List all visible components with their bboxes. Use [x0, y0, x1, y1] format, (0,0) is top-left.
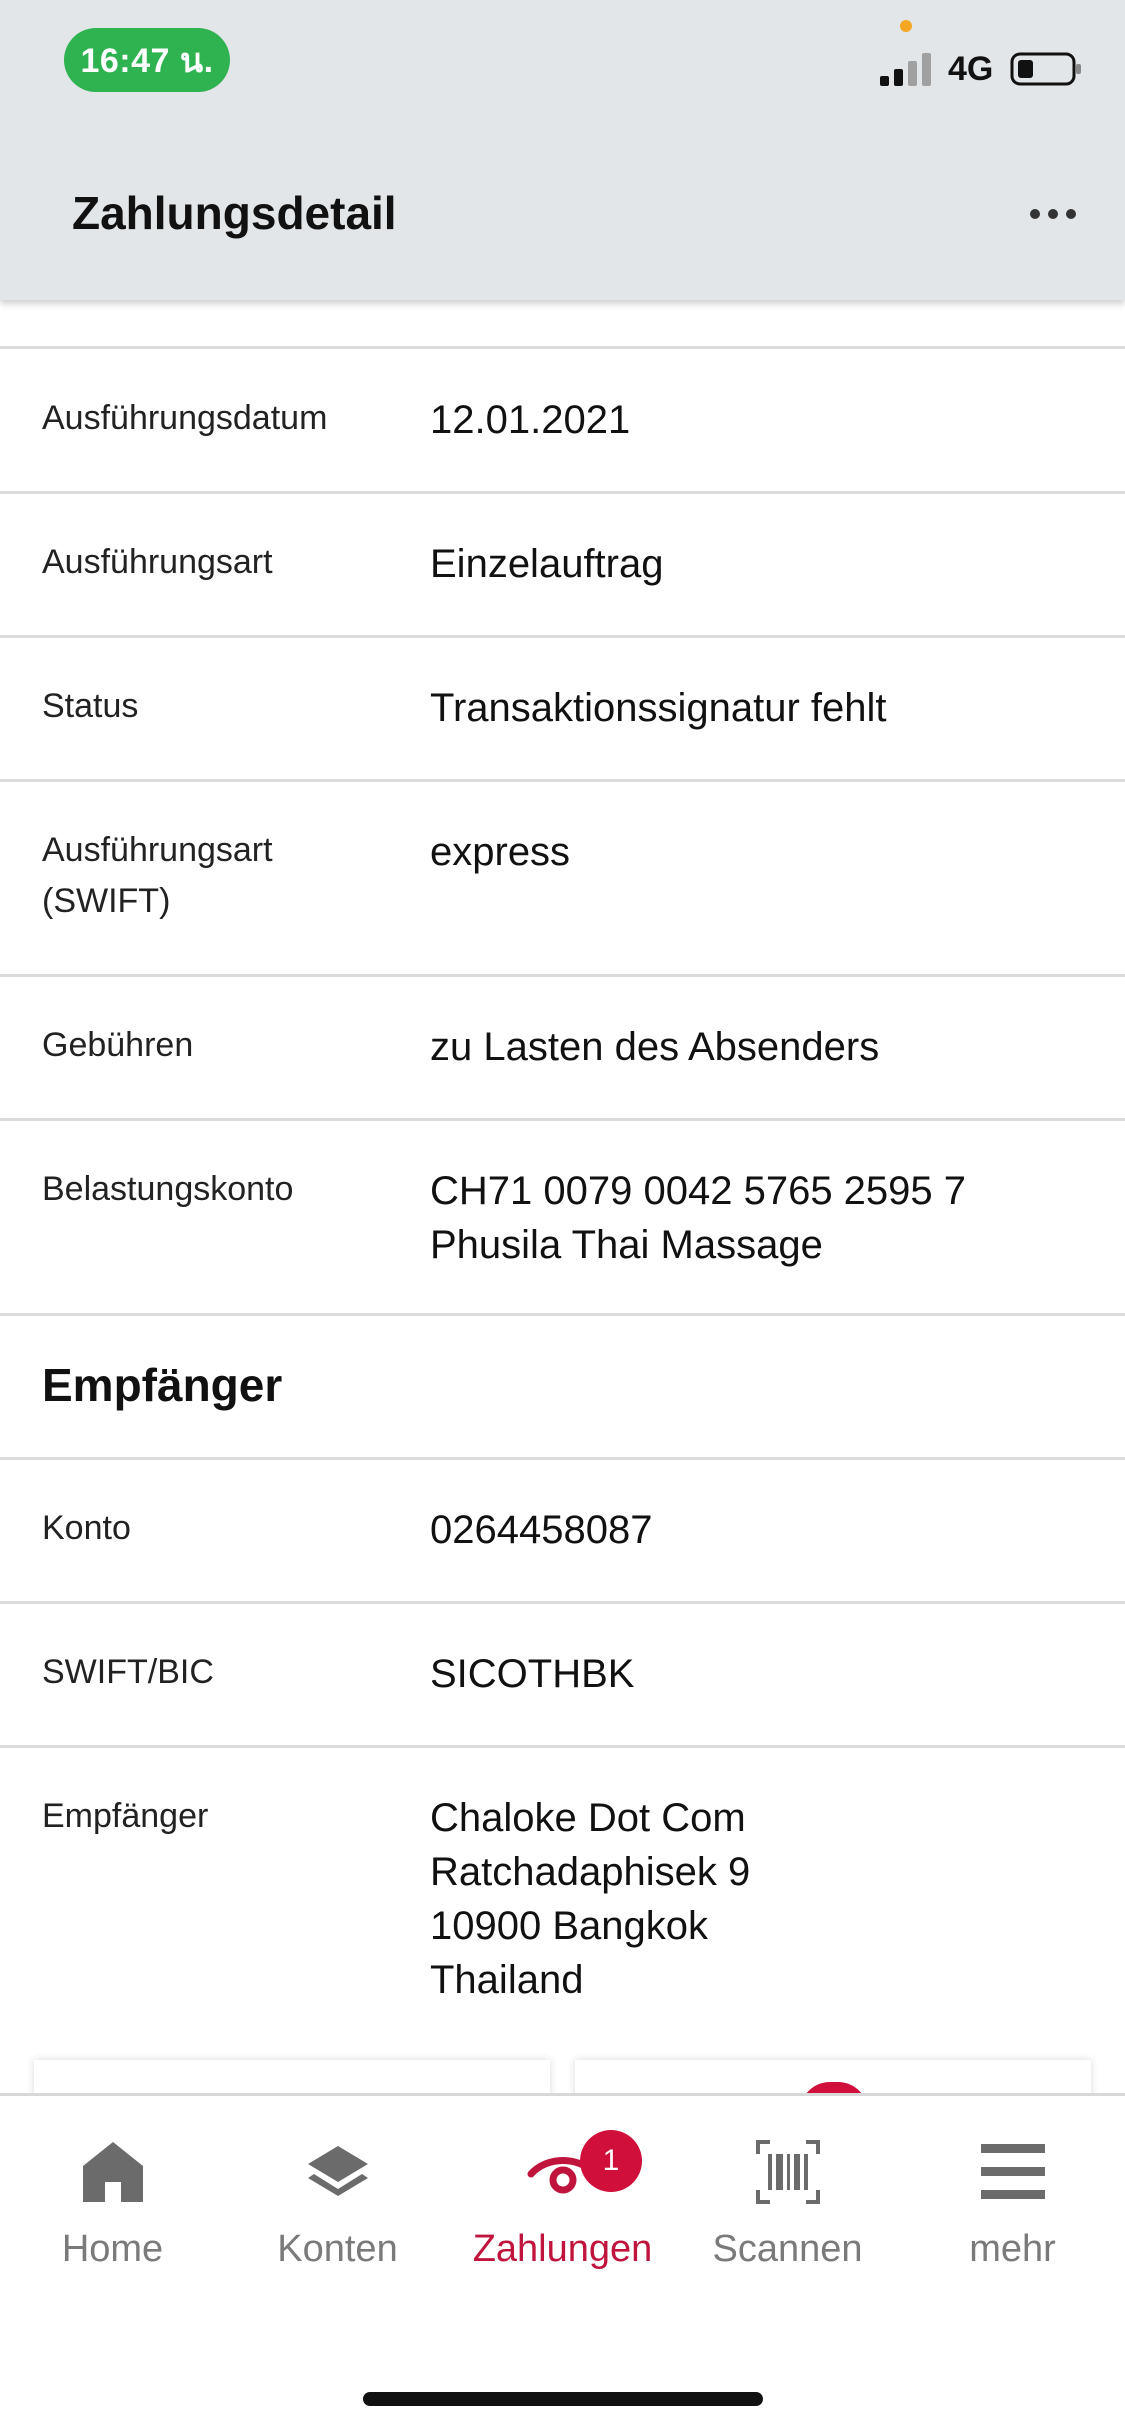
cellular-signal-icon [880, 53, 931, 86]
row-value: Transaktionssignatur fehlt [430, 686, 887, 730]
divider [0, 1601, 1125, 1604]
tab-zahlungen[interactable]: 1 Zahlungen [450, 2130, 675, 2286]
row-label: Ausführungsart [42, 543, 273, 581]
row-label: Konto [42, 1509, 131, 1547]
row-label: Status [42, 687, 139, 725]
divider [0, 635, 1125, 638]
row-value: SICOTHBK [430, 1652, 635, 1696]
tab-label: Zahlungen [472, 2228, 653, 2270]
row-label: Belastungskonto [42, 1170, 294, 1208]
tab-konten[interactable]: Konten [225, 2136, 450, 2286]
tab-label: mehr [969, 2228, 1056, 2270]
tab-mehr[interactable]: mehr [900, 2136, 1125, 2286]
row-value: 0264458087 [430, 1508, 653, 1552]
bottom-tab-bar: Home Konten 1 Zahlungen Scannen mehr [0, 2093, 1125, 2436]
privacy-indicator-dot [900, 20, 912, 32]
row-label: Ausführungsdatum [42, 399, 328, 437]
divider [0, 1313, 1125, 1316]
row-value: CH71 0079 0042 5765 2595 7 Phusila Thai … [430, 1169, 967, 1267]
row-value: zu Lasten des Absenders [430, 1025, 880, 1069]
divider [0, 1457, 1125, 1460]
row-value: Einzelauftrag [430, 542, 664, 586]
home-indicator[interactable] [363, 2392, 763, 2406]
row-value: Chaloke Dot Com Ratchadaphisek 9 10900 B… [430, 1796, 751, 2002]
divider [0, 491, 1125, 494]
tab-label: Home [61, 2228, 164, 2270]
row-label: SWIFT/BIC [42, 1653, 214, 1691]
notification-badge: 1 [580, 2130, 642, 2192]
home-icon [82, 2142, 143, 2202]
divider [0, 346, 1125, 349]
row-value: express [430, 830, 571, 874]
tab-label: Konten [277, 2228, 398, 2270]
tab-scannen[interactable]: Scannen [675, 2136, 900, 2286]
layers-icon [307, 2146, 368, 2196]
barcode-scan-icon [755, 2140, 820, 2204]
network-type: 4G [948, 50, 994, 88]
row-label: Empfänger [42, 1797, 209, 1835]
more-options-icon[interactable] [1028, 198, 1078, 230]
divider [0, 779, 1125, 782]
divider [0, 1745, 1125, 1748]
status-time: 16:47 น. [64, 28, 230, 92]
row-label: Ausführungsart (SWIFT) [42, 831, 273, 920]
battery-icon [1010, 52, 1081, 86]
app-header: 16:47 น. 4G Zahlungsdetail [0, 0, 1125, 300]
menu-icon [980, 2144, 1045, 2199]
tab-home[interactable]: Home [0, 2136, 225, 2286]
page-title: Zahlungsdetail [72, 187, 397, 239]
divider [0, 1118, 1125, 1121]
row-value: 12.01.2021 [430, 398, 631, 442]
tab-label: Scannen [712, 2228, 863, 2270]
row-label: Gebühren [42, 1026, 194, 1064]
divider [0, 974, 1125, 977]
recipient-section-title: Empfänger [42, 1359, 283, 1411]
